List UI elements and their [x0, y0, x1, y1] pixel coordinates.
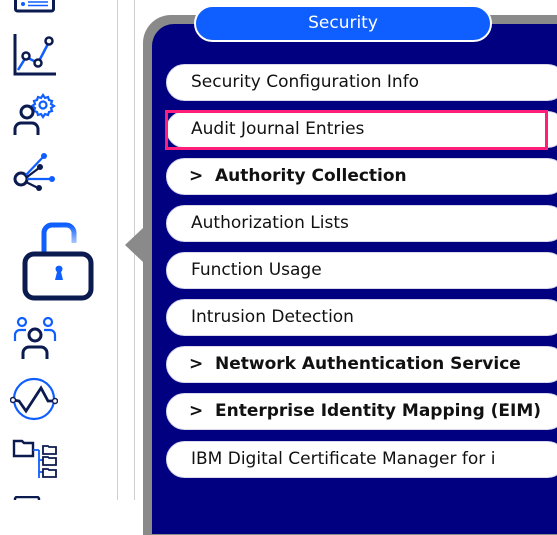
user-group-icon[interactable]	[12, 315, 58, 361]
menu-item-label: Network Authentication Service	[215, 354, 521, 374]
flyout-pointer	[125, 228, 143, 262]
chevron-right-icon: >	[189, 354, 204, 374]
menu-item-label: Authority Collection	[215, 166, 407, 186]
menu-item-security-configuration-info[interactable]: Security Configuration Info	[166, 64, 557, 101]
network-node-icon[interactable]	[12, 152, 58, 192]
unlocked-padlock-icon[interactable]	[22, 221, 96, 303]
menu-item-label: Security Configuration Info	[191, 72, 420, 92]
folder-tree-icon[interactable]	[12, 437, 60, 483]
menu-item-label: Authorization Lists	[191, 213, 349, 233]
menu-item-label: Function Usage	[191, 260, 322, 280]
panel-title: Security	[194, 5, 492, 42]
user-settings-icon[interactable]	[12, 92, 58, 138]
server-list-icon[interactable]	[14, 0, 56, 16]
menu-item-digital-certificate-manager[interactable]: IBM Digital Certificate Manager for i	[166, 441, 557, 478]
selection-highlight	[165, 110, 548, 150]
menu-item-authorization-lists[interactable]: Authorization Lists	[166, 205, 557, 242]
menu-item-function-usage[interactable]: Function Usage	[166, 252, 557, 289]
navigation-rail	[0, 0, 117, 500]
menu-item-label: Enterprise Identity Mapping (EIM)	[215, 401, 542, 421]
line-chart-icon[interactable]	[12, 32, 58, 77]
menu-item-enterprise-identity-mapping[interactable]: > Enterprise Identity Mapping (EIM)	[166, 393, 557, 430]
partial-icon[interactable]	[13, 496, 43, 500]
chevron-right-icon: >	[189, 401, 204, 421]
menu-item-intrusion-detection[interactable]: Intrusion Detection	[166, 299, 557, 336]
performance-gauge-icon[interactable]	[10, 376, 58, 422]
menu-item-label: IBM Digital Certificate Manager for i	[191, 449, 496, 469]
menu-item-label: Intrusion Detection	[191, 307, 354, 327]
menu-item-authority-collection[interactable]: > Authority Collection	[166, 158, 557, 195]
menu-item-network-authentication-service[interactable]: > Network Authentication Service	[166, 346, 557, 383]
chevron-right-icon: >	[189, 166, 204, 186]
rail-divider	[117, 0, 118, 500]
